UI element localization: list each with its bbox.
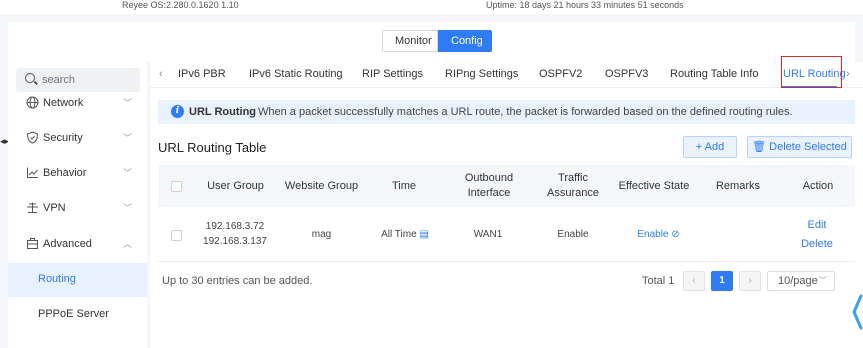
select-all-checkbox[interactable] (171, 181, 182, 192)
monitor-button[interactable]: Monitor (382, 30, 438, 52)
delete-selected-label: Delete Selected (769, 141, 847, 153)
col-traffic-line2: Assurance (547, 187, 599, 199)
time-value: All Time (381, 229, 417, 240)
sidebar-item-label: Routing (38, 273, 76, 285)
sidebar-item-vpn[interactable]: VPN ﹀ (8, 192, 147, 226)
row-checkbox[interactable] (171, 230, 182, 241)
tab-scroll-right-icon[interactable]: › (846, 68, 850, 80)
chevron-down-icon: ﹀ (123, 133, 133, 143)
col-outbound-line2: Interface (467, 187, 511, 199)
table-row: 192.168.3.72 192.168.3.137 mag All Time … (158, 208, 855, 262)
prev-page-button[interactable]: ‹ (683, 271, 705, 291)
trash-icon: 🗑 (752, 141, 767, 153)
tab-routing-table-info[interactable]: Routing Table Info (670, 68, 758, 80)
calendar-icon[interactable]: ▤ (419, 229, 428, 240)
search-icon (25, 73, 35, 83)
check-circle-icon: ⊘ (671, 229, 680, 240)
col-action: Action (802, 180, 834, 192)
tab-ospfv3[interactable]: OSPFV3 (605, 68, 648, 80)
col-outbound-interface: Outbound Interface (454, 171, 524, 201)
cell-effective-state: Enable ⊘ (636, 227, 681, 242)
top-status-bar: Reyee OS:2.280.0.1620 1.10 Uptime: 18 da… (0, 0, 863, 14)
info-text: When a packet successfully matches a URL… (258, 106, 793, 118)
tab-ipv6-pbr[interactable]: IPv6 PBR (178, 68, 226, 80)
page-size-value: 10/page (778, 275, 818, 287)
sidebar-item-label: PPPoE Server (38, 308, 109, 320)
sidebar-item-label: VPN (43, 202, 66, 214)
tab-rip-settings[interactable]: RIP Settings (362, 68, 423, 80)
effective-state-value: Enable (637, 229, 669, 240)
tab-scroll-left-icon[interactable]: ‹ (159, 68, 163, 80)
cell-website-group: mag (311, 229, 332, 240)
sidebar-item-network[interactable]: Network ﹀ (8, 87, 147, 121)
info-icon: i (171, 105, 184, 118)
highlight-box (781, 56, 842, 88)
shield-icon (25, 131, 39, 145)
sidebar-item-label: Advanced (43, 238, 92, 250)
cell-traffic-assurance: Enable (557, 229, 589, 240)
sidebar-subitem-routing[interactable]: Routing (8, 263, 147, 297)
col-effective-state: Effective State (618, 180, 690, 192)
main-panel: ‹ IPv6 PBR IPv6 Static Routing RIP Setti… (150, 56, 863, 348)
tab-ripng-settings[interactable]: RIPng Settings (445, 68, 518, 80)
col-outbound-line1: Outbound (464, 172, 514, 184)
sidebar-item-advanced[interactable]: Advanced ︿ (8, 228, 147, 262)
delete-selected-button[interactable]: 🗑 Delete Selected (747, 136, 852, 158)
chart-line-icon (25, 166, 39, 180)
cell-user-group: 192.168.3.72 192.168.3.137 (200, 219, 270, 249)
tab-ipv6-static-routing[interactable]: IPv6 Static Routing (249, 68, 343, 80)
chevron-down-icon: ﹀ (123, 203, 133, 213)
os-version: Reyee OS:2.280.0.1620 1.10 (122, 0, 239, 10)
col-time: Time (391, 180, 417, 192)
tab-ospfv2[interactable]: OSPFV2 (539, 68, 582, 80)
col-user-group: User Group (207, 180, 264, 192)
uptime-text: Uptime: 18 days 21 hours 33 minutes 51 s… (486, 0, 684, 10)
sidebar-item-label: Network (43, 97, 84, 109)
search-input[interactable] (42, 72, 132, 88)
chevron-down-icon: ﹀ (123, 98, 133, 108)
chevron-down-icon: ﹀ (819, 276, 827, 285)
tab-bar: ‹ IPv6 PBR IPv6 Static Routing RIP Setti… (150, 56, 863, 88)
chevron-up-icon: ︿ (123, 239, 133, 249)
sidebar-subitem-pppoe-server[interactable]: PPPoE Server (8, 298, 147, 332)
cell-outbound-interface: WAN1 (473, 229, 503, 240)
table-title: URL Routing Table (158, 140, 267, 155)
col-traffic-assurance: Traffic Assurance (538, 171, 608, 201)
floating-helper-icon[interactable] (852, 292, 863, 332)
sidebar: Network ﹀ Security ﹀ Behavior ﹀ VPN ﹀ Ad… (8, 62, 147, 348)
col-traffic-line1: Traffic (558, 172, 588, 184)
toolbox-icon (25, 237, 39, 251)
user-group-ip-2: 192.168.3.137 (203, 236, 267, 247)
user-group-ip-1: 192.168.3.72 (205, 221, 265, 232)
globe-icon (25, 96, 39, 110)
chevron-down-icon: ﹀ (123, 168, 133, 178)
edit-link[interactable]: Edit (802, 218, 832, 233)
entry-limit-note: Up to 30 entries can be added. (162, 275, 313, 287)
col-website-group: Website Group (284, 180, 359, 192)
mode-toggle: Monitor Config (382, 30, 492, 52)
info-title: URL Routing (189, 106, 257, 118)
next-page-button[interactable]: › (739, 271, 761, 291)
mode-bar: Monitor Config (8, 22, 855, 62)
sidebar-item-label: Security (43, 132, 83, 144)
page-button-current[interactable]: 1 (711, 271, 733, 291)
sidebar-item-security[interactable]: Security ﹀ (8, 122, 147, 156)
cell-time: All Time ▤ (380, 227, 430, 242)
delete-link[interactable]: Delete (798, 237, 836, 252)
table-header: User Group Website Group Time Outbound I… (158, 165, 855, 207)
sidebar-item-behavior[interactable]: Behavior ﹀ (8, 157, 147, 191)
config-button[interactable]: Config (438, 30, 492, 52)
total-count: Total 1 (642, 275, 675, 287)
vpn-icon (25, 201, 39, 215)
col-remarks: Remarks (715, 180, 760, 192)
sidebar-item-label: Behavior (43, 167, 87, 179)
page-size-select[interactable]: 10/page ﹀ (767, 271, 835, 291)
info-banner: i URL Routing When a packet successfully… (158, 100, 855, 124)
add-button[interactable]: + Add (683, 136, 737, 158)
